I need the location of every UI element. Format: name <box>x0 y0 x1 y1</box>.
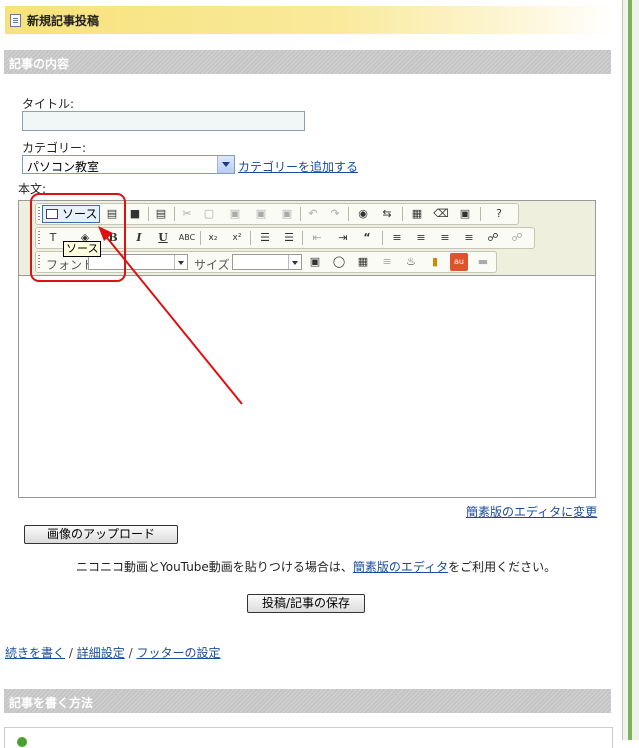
simple-editor-note-link[interactable]: 簡素版のエディタ <box>353 560 448 574</box>
section-title: 記事を書く方法 <box>9 696 94 710</box>
annotation-arrow <box>98 226 243 405</box>
note-prefix: ニコニコ動画とYouTube動画を貼りつける場合は、 <box>76 560 353 574</box>
link-separator: / <box>68 646 73 660</box>
link-separator: / <box>128 646 133 660</box>
video-note: ニコニコ動画とYouTube動画を貼りつける場合は、簡素版のエディタをご利用くだ… <box>76 558 556 575</box>
howto-box <box>4 727 613 748</box>
save-post-button[interactable]: 投稿/記事の保存 <box>247 594 365 613</box>
info-icon <box>17 737 27 747</box>
footer-settings-link[interactable]: フッターの設定 <box>136 646 220 660</box>
continue-writing-link[interactable]: 続きを書く <box>5 646 65 660</box>
image-upload-button[interactable]: 画像のアップロード <box>24 525 178 544</box>
note-suffix: をご利用ください。 <box>448 560 557 574</box>
footer-links: 続きを書く / 詳細設定 / フッターの設定 <box>5 644 220 661</box>
simple-editor-link[interactable]: 簡素版のエディタに変更 <box>466 503 597 520</box>
section-bar-howto: 記事を書く方法 <box>4 689 611 713</box>
detail-settings-link[interactable]: 詳細設定 <box>77 646 125 660</box>
